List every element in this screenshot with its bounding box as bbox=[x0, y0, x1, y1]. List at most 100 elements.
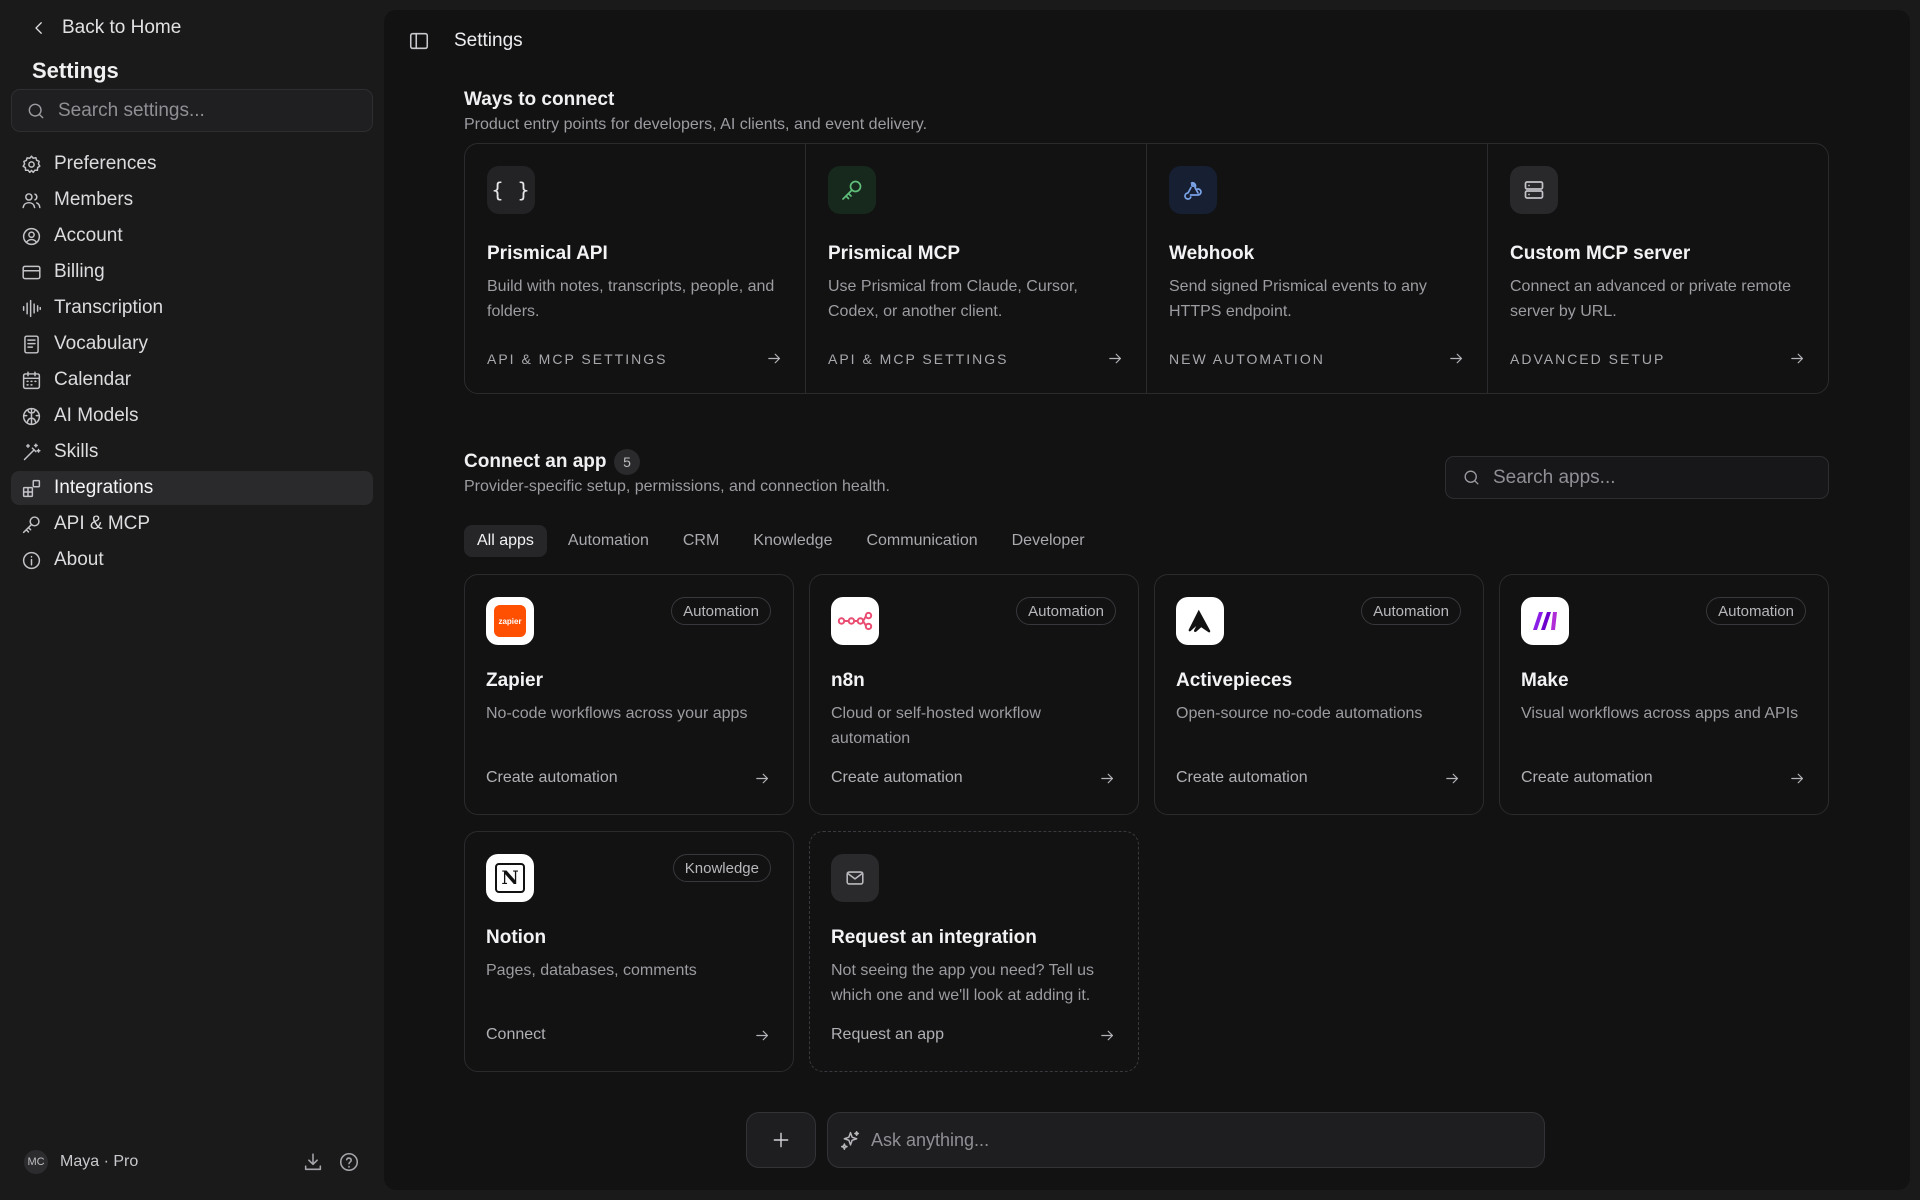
ways-section-subtitle: Product entry points for developers, AI … bbox=[464, 116, 928, 133]
apps-section-subtitle: Provider-specific setup, permissions, an… bbox=[464, 478, 890, 495]
card-link[interactable]: ADVANCED SETUP bbox=[1510, 350, 1806, 367]
sidebar-item-label: Vocabulary bbox=[54, 333, 149, 354]
tab-crm[interactable]: CRM bbox=[670, 525, 732, 557]
settings-nav: Preferences Members Account Billing Tran… bbox=[11, 147, 373, 579]
user-plan: Pro bbox=[113, 1153, 139, 1170]
card-link-label: API & MCP SETTINGS bbox=[487, 350, 668, 367]
sidebar-item-billing[interactable]: Billing bbox=[11, 255, 373, 289]
settings-search-input[interactable] bbox=[58, 99, 358, 122]
arrow-right-icon bbox=[1101, 1030, 1114, 1040]
card-link-label: Connect bbox=[486, 1026, 546, 1043]
sidebar-item-api-mcp[interactable]: API & MCP bbox=[11, 507, 373, 541]
card-link[interactable]: Connect bbox=[486, 1026, 771, 1044]
card-description: Send signed Prismical events to any HTTP… bbox=[1169, 278, 1427, 320]
sidebar-item-integrations[interactable]: Integrations bbox=[11, 471, 373, 505]
add-button[interactable] bbox=[746, 1112, 816, 1168]
search-icon bbox=[28, 103, 44, 118]
mail-icon bbox=[831, 854, 879, 902]
key-icon bbox=[828, 166, 876, 214]
card-description: Cloud or self-hosted workflow automation bbox=[831, 705, 1041, 747]
card-title: Zapier bbox=[486, 670, 544, 691]
ask-anything-input[interactable] bbox=[871, 1129, 1531, 1151]
card-link-label: ADVANCED SETUP bbox=[1510, 350, 1666, 367]
card-link[interactable]: API & MCP SETTINGS bbox=[828, 350, 1124, 367]
sidebar-item-label: About bbox=[54, 549, 104, 570]
app-card-n8n[interactable]: Automation n8n Cloud or self-hosted work… bbox=[809, 574, 1139, 815]
blocks-icon bbox=[22, 479, 41, 497]
way-card-webhook[interactable]: Webhook Send signed Prismical events to … bbox=[1147, 144, 1488, 393]
arrow-right-icon bbox=[1791, 353, 1804, 364]
settings-search[interactable] bbox=[11, 89, 373, 132]
sidebar-toggle-icon[interactable] bbox=[408, 30, 430, 52]
n8n-logo bbox=[831, 597, 879, 645]
arrow-right-icon bbox=[1791, 773, 1804, 783]
sidebar-item-skills[interactable]: Skills bbox=[11, 435, 373, 469]
sidebar-item-members[interactable]: Members bbox=[11, 183, 373, 217]
card-description: Connect an advanced or private remote se… bbox=[1510, 278, 1792, 320]
app-card-activepieces[interactable]: Automation Activepieces Open-source no-c… bbox=[1154, 574, 1484, 815]
back-to-home-link[interactable]: Back to Home bbox=[30, 14, 181, 42]
sidebar-item-vocabulary[interactable]: Vocabulary bbox=[11, 327, 373, 361]
magic-wand-icon bbox=[23, 442, 41, 460]
info-icon bbox=[22, 551, 41, 569]
key-icon bbox=[22, 515, 40, 533]
zapier-logo: zapier bbox=[486, 597, 534, 645]
avatar: MC bbox=[24, 1150, 48, 1174]
ask-anything-box[interactable] bbox=[827, 1112, 1545, 1168]
main-panel: Settings Ways to connect Product entry p… bbox=[384, 10, 1910, 1190]
arrow-right-icon bbox=[768, 353, 781, 364]
arrow-right-icon bbox=[756, 1030, 769, 1040]
tab-all-apps[interactable]: All apps bbox=[464, 525, 547, 557]
card-link[interactable]: Create automation bbox=[486, 769, 771, 787]
card-description: Visual workflows across apps and APIs bbox=[1521, 705, 1799, 722]
card-link[interactable]: Create automation bbox=[1176, 769, 1461, 787]
way-card-prismical-api[interactable]: { } Prismical API Build with notes, tran… bbox=[465, 144, 806, 393]
tab-knowledge[interactable]: Knowledge bbox=[740, 525, 845, 557]
calendar-icon bbox=[22, 370, 41, 389]
app-card-make[interactable]: Automation Make Visual workflows across … bbox=[1499, 574, 1829, 815]
apps-search-input[interactable] bbox=[1493, 466, 1813, 489]
sidebar-item-about[interactable]: About bbox=[11, 543, 373, 577]
arrow-right-icon bbox=[1101, 773, 1114, 783]
card-link[interactable]: Create automation bbox=[831, 769, 1116, 787]
help-icon[interactable] bbox=[338, 1151, 360, 1173]
tab-automation[interactable]: Automation bbox=[555, 525, 662, 557]
card-description: No-code workflows across your apps bbox=[486, 705, 748, 722]
app-card-notion[interactable]: N Knowledge Notion Pages, databases, com… bbox=[464, 831, 794, 1072]
sidebar-item-label: Skills bbox=[54, 441, 99, 462]
sidebar-item-label: Preferences bbox=[54, 153, 157, 174]
user-tools bbox=[302, 1151, 360, 1173]
sidebar-item-calendar[interactable]: Calendar bbox=[11, 363, 373, 397]
card-link[interactable]: API & MCP SETTINGS bbox=[487, 350, 783, 367]
tab-communication[interactable]: Communication bbox=[853, 525, 990, 557]
sidebar-item-label: Transcription bbox=[54, 297, 164, 318]
credit-card-icon bbox=[22, 265, 41, 279]
activepieces-logo bbox=[1176, 597, 1224, 645]
card-title: Custom MCP server bbox=[1510, 243, 1691, 264]
users-icon bbox=[22, 192, 41, 208]
card-link[interactable]: NEW AUTOMATION bbox=[1169, 350, 1465, 367]
sidebar-item-label: Billing bbox=[54, 261, 105, 282]
sidebar-item-preferences[interactable]: Preferences bbox=[11, 147, 373, 181]
card-link[interactable]: Request an app bbox=[831, 1026, 1116, 1044]
way-card-custom-mcp-server[interactable]: Custom MCP server Connect an advanced or… bbox=[1488, 144, 1828, 393]
tab-developer[interactable]: Developer bbox=[999, 525, 1098, 557]
app-card-zapier[interactable]: zapier Automation Zapier No-code workflo… bbox=[464, 574, 794, 815]
apps-search[interactable] bbox=[1445, 456, 1829, 499]
server-icon bbox=[1510, 166, 1558, 214]
way-card-prismical-mcp[interactable]: Prismical MCP Use Prismical from Claude,… bbox=[806, 144, 1147, 393]
user-summary: Maya · Pro bbox=[60, 1153, 138, 1171]
card-link[interactable]: Create automation bbox=[1521, 769, 1806, 787]
download-icon[interactable] bbox=[302, 1151, 324, 1173]
category-badge: Knowledge bbox=[672, 854, 771, 882]
sidebar-item-account[interactable]: Account bbox=[11, 219, 373, 253]
user-profile[interactable]: MC Maya · Pro bbox=[24, 1150, 138, 1174]
request-integration-card[interactable]: Request an integration Not seeing the ap… bbox=[809, 831, 1139, 1072]
sidebar-item-ai-models[interactable]: AI Models bbox=[11, 399, 373, 433]
card-link-label: Create automation bbox=[486, 769, 618, 786]
sidebar-item-transcription[interactable]: Transcription bbox=[11, 291, 373, 325]
user-circle-icon bbox=[22, 227, 41, 245]
arrow-right-icon bbox=[1446, 773, 1459, 783]
card-title: Prismical MCP bbox=[828, 243, 960, 264]
card-link-label: Create automation bbox=[831, 769, 963, 786]
